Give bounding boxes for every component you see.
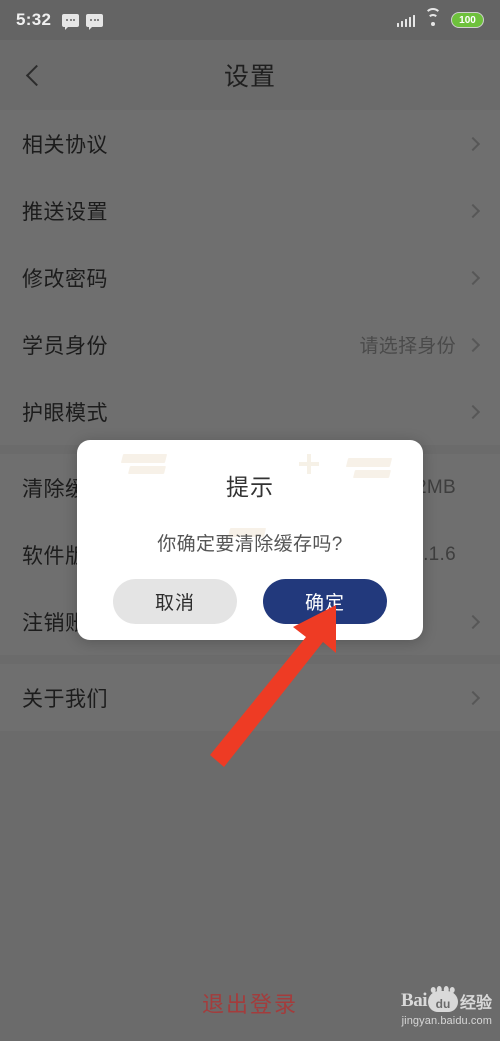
baidu-paw-icon: du: [427, 985, 458, 1012]
settings-row-trailing: 请选择身份: [359, 331, 481, 358]
baidu-paw-text: du: [435, 996, 451, 1011]
status-bar: 5:32 100: [0, 0, 500, 40]
chevron-right-icon: [465, 404, 481, 419]
dialog-title: 提示: [226, 474, 274, 500]
settings-row[interactable]: 学员身份 请选择身份: [0, 311, 500, 378]
settings-row-label: 护眼模式: [22, 401, 108, 425]
settings-row[interactable]: 相关协议: [0, 110, 500, 177]
back-button[interactable]: [16, 55, 56, 95]
settings-row[interactable]: 护眼模式: [0, 378, 500, 445]
settings-group: 关于我们: [0, 664, 500, 731]
dialog-actions: 取消 确定: [77, 556, 423, 624]
status-bar-time: 5:32: [16, 10, 52, 29]
confirm-button[interactable]: 确定: [263, 579, 387, 624]
settings-group: 相关协议推送设置修改密码学员身份 请选择身份护眼模式: [0, 110, 500, 445]
settings-row-label: 关于我们: [22, 687, 108, 711]
page-title: 设置: [223, 63, 276, 91]
settings-row-label: 相关协议: [22, 133, 108, 157]
settings-row-trailing: [465, 404, 481, 419]
status-bar-notification-icons: [62, 13, 104, 30]
chevron-right-icon: [465, 270, 481, 285]
baidu-logo: Bai du 经验: [401, 985, 492, 1013]
chevron-left-icon: [25, 64, 47, 86]
message-bubble-icon: [62, 13, 80, 30]
signal-bars-icon: [396, 14, 415, 27]
settings-row-trailing: [465, 690, 481, 705]
message-bubble-icon: [86, 13, 104, 30]
phone-screen: 5:32 100 设置 相关协议 推送设置 修改密码 学员身份 请选择身份 护眼模式 清除缓…: [0, 0, 500, 1041]
baidu-watermark: Bai du 经验 jingyan.baidu.com: [401, 985, 492, 1027]
settings-row-trailing: [465, 136, 481, 151]
battery-icon: 100: [451, 12, 484, 28]
chevron-right-icon: [465, 614, 481, 629]
settings-row[interactable]: 关于我们: [0, 664, 500, 731]
settings-row-trailing: [465, 270, 481, 285]
baidu-brand-text: Bai: [401, 990, 427, 1011]
settings-row-label: 推送设置: [22, 200, 108, 224]
chevron-right-icon: [465, 690, 481, 705]
chevron-right-icon: [465, 203, 481, 218]
dialog-message: 你确定要清除缓存吗?: [157, 534, 343, 555]
wifi-icon: [424, 7, 442, 27]
settings-row-trailing: [465, 203, 481, 218]
status-bar-system-icons: 100: [396, 7, 484, 28]
chevron-right-icon: [465, 337, 481, 352]
baidu-watermark-url: jingyan.baidu.com: [401, 1015, 492, 1027]
settings-row-label: 学员身份: [22, 334, 108, 358]
settings-row[interactable]: 推送设置: [0, 177, 500, 244]
settings-row-value: 请选择身份: [359, 336, 456, 357]
settings-row[interactable]: 修改密码: [0, 244, 500, 311]
navigation-bar: 设置: [0, 40, 500, 110]
chevron-right-icon: [465, 136, 481, 151]
baidu-suffix-text: 经验: [459, 995, 492, 1012]
settings-row-trailing: [465, 614, 481, 629]
clear-cache-dialog: 提示 你确定要清除缓存吗? 取消 确定: [77, 440, 423, 640]
settings-row-label: 修改密码: [22, 267, 108, 291]
cancel-button[interactable]: 取消: [113, 579, 237, 624]
